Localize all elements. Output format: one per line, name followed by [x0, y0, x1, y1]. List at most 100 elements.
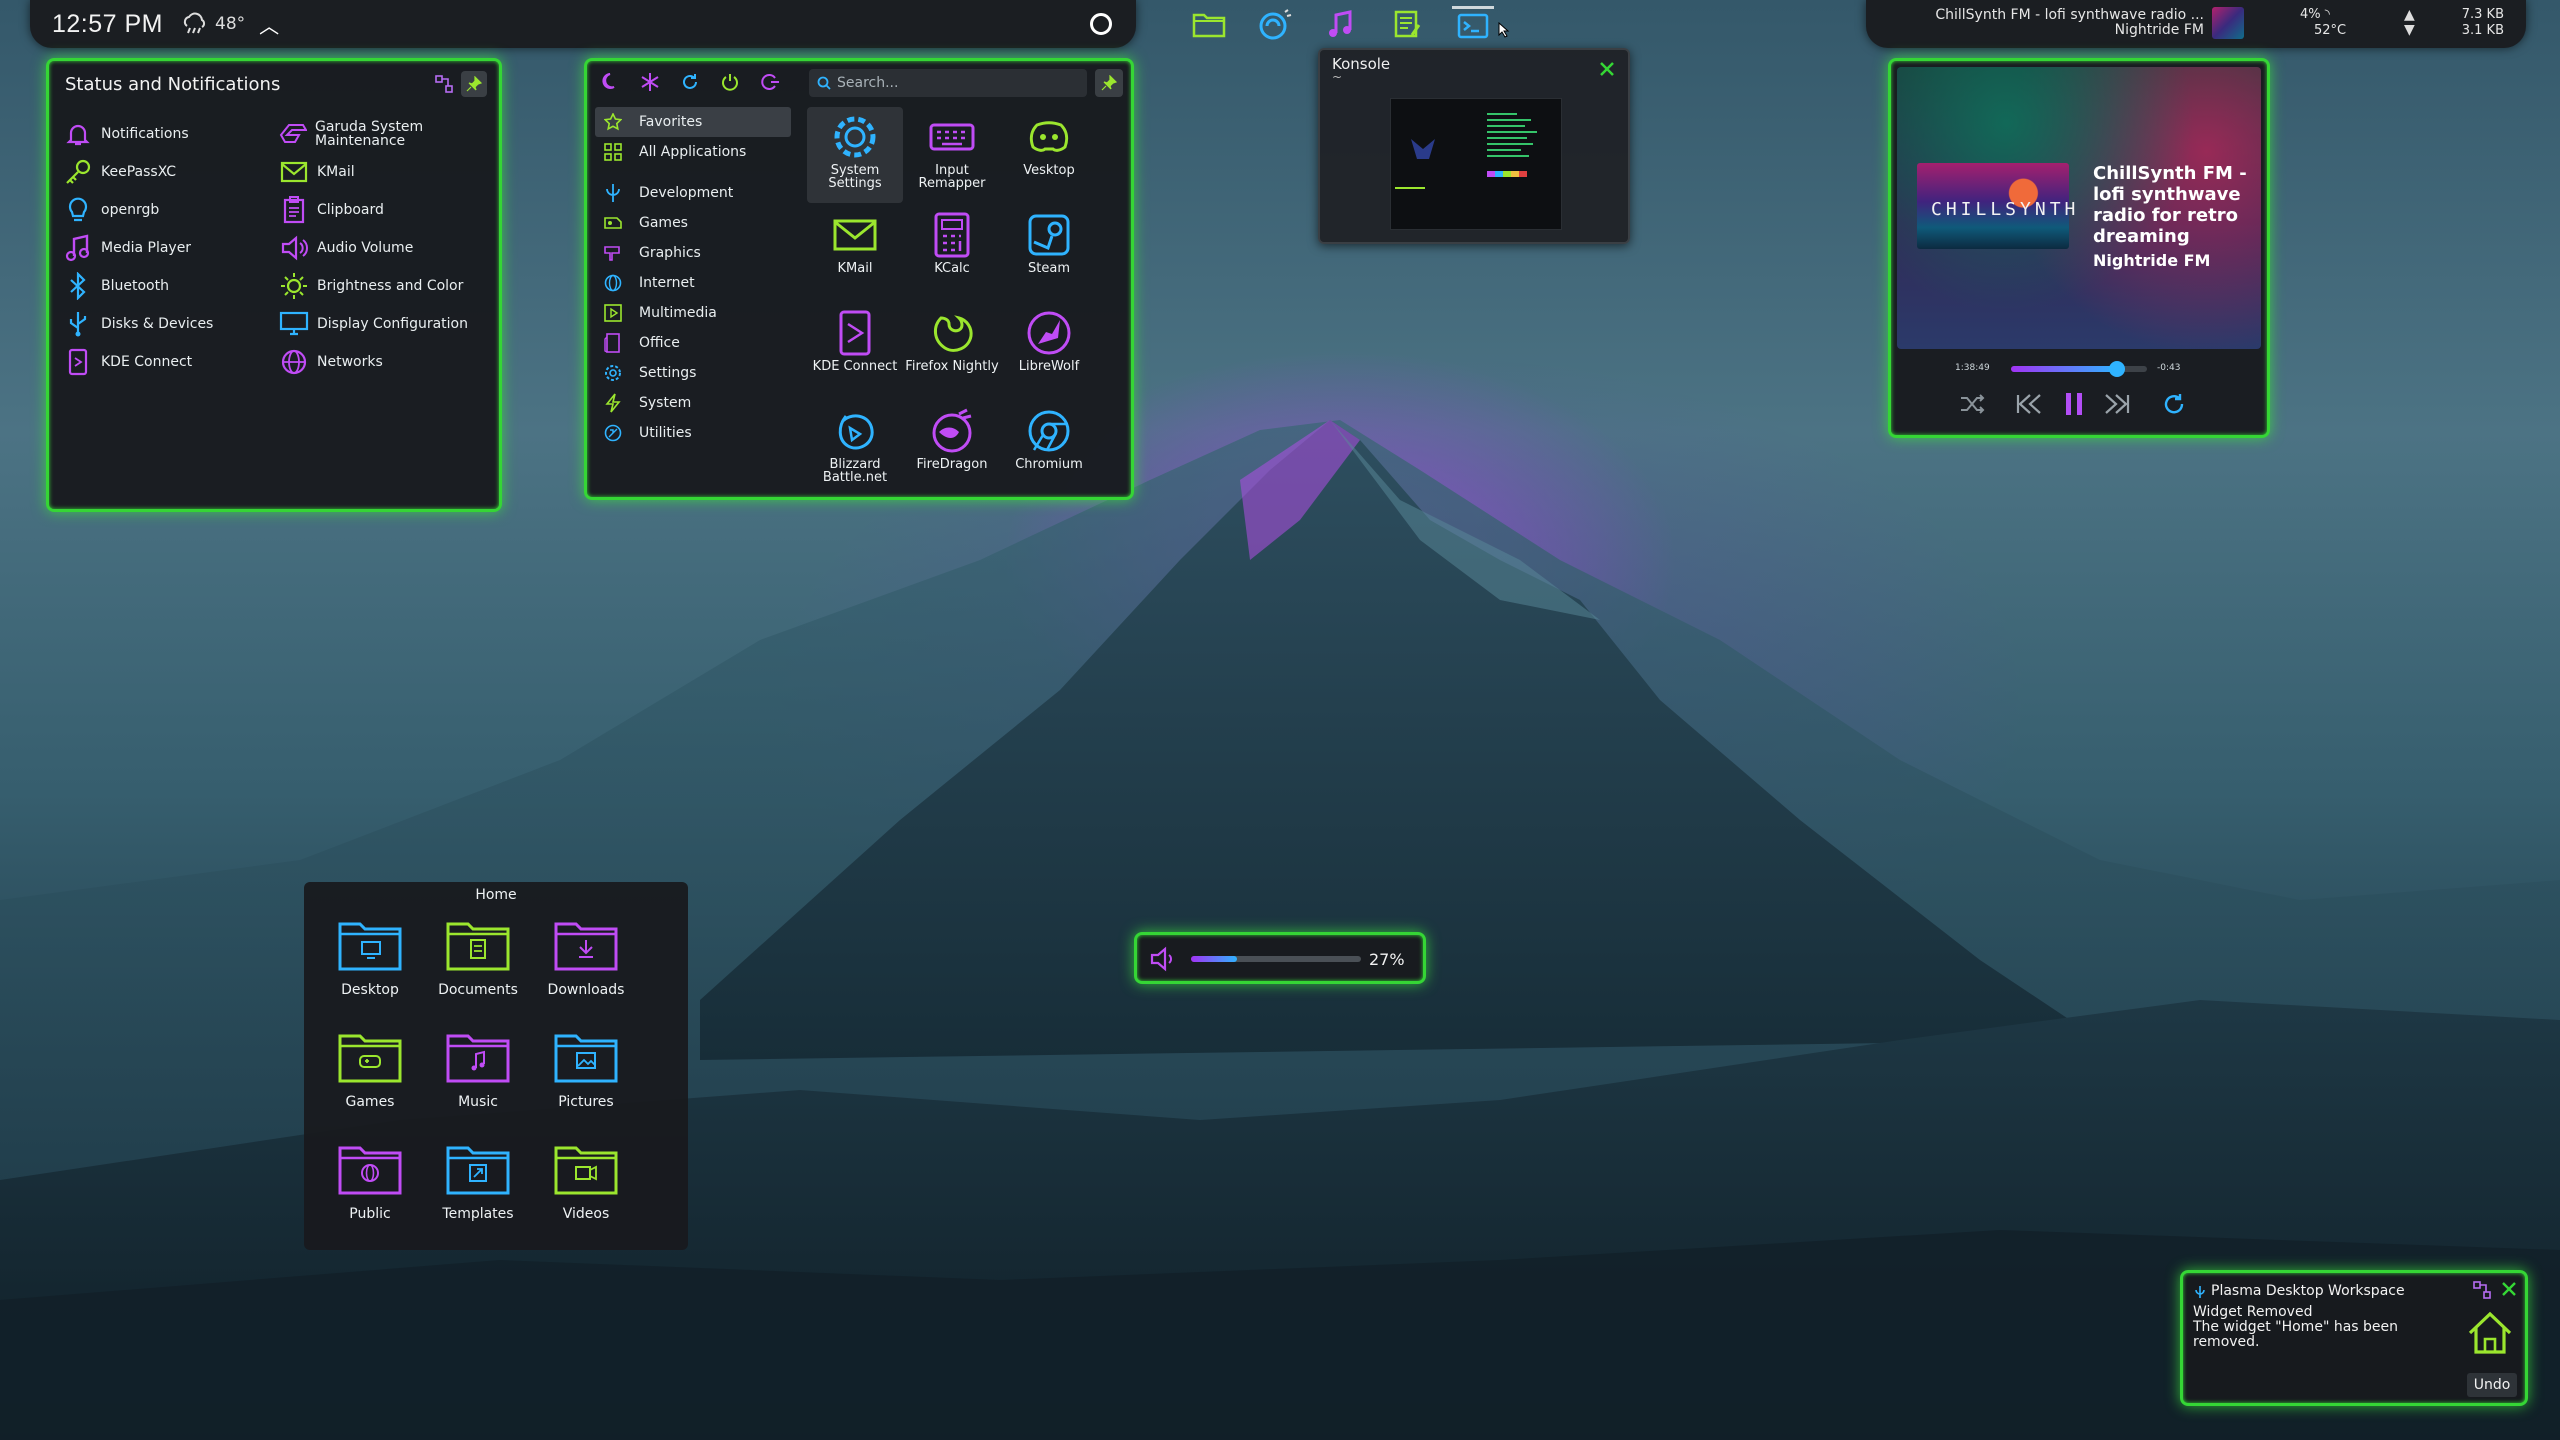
volume-osd: 27% — [1134, 932, 1426, 984]
status-item-display-config[interactable]: Display Configuration — [279, 307, 495, 341]
folder-music[interactable]: Music — [424, 1022, 532, 1126]
category-graphics[interactable]: Graphics — [595, 238, 791, 268]
status-item-media-player[interactable]: Media Player — [63, 231, 279, 265]
shuffle-button[interactable] — [1955, 387, 1989, 421]
konsole-subtitle: ~ — [1332, 70, 1343, 84]
weather-widget[interactable]: 48° — [181, 12, 245, 36]
bell-icon — [63, 119, 93, 149]
konsole-window-preview[interactable]: Konsole ~ — [1318, 48, 1630, 244]
app-firedragon[interactable]: FireDragon — [904, 401, 1000, 497]
folder-templates[interactable]: Templates — [424, 1134, 532, 1238]
mail-icon — [829, 211, 881, 259]
status-item-garuda[interactable]: Garuda System Maintenance — [279, 117, 495, 151]
next-button[interactable] — [2101, 387, 2135, 421]
moon-icon — [602, 73, 615, 89]
category-development[interactable]: Development — [595, 178, 791, 208]
shutdown-button[interactable] — [717, 69, 743, 95]
task-notes[interactable] — [1386, 6, 1428, 42]
app-battlenet[interactable]: Blizzard Battle.net — [807, 401, 903, 497]
category-office[interactable]: Office — [595, 328, 791, 358]
pause-button[interactable] — [2057, 387, 2091, 421]
folder-videos[interactable]: Videos — [532, 1134, 640, 1238]
network-monitor[interactable]: 7.3 KB 3.1 KB — [2430, 7, 2504, 39]
folder-documents[interactable]: Documents — [424, 910, 532, 1014]
status-item-kde-connect[interactable]: KDE Connect — [63, 345, 279, 379]
chevron-up-icon[interactable]: ︿ — [259, 10, 279, 39]
mouse-cursor-icon — [1498, 22, 1510, 38]
hibernate-button[interactable] — [637, 69, 663, 95]
restart-button[interactable] — [677, 69, 703, 95]
status-item-disks-devices[interactable]: Disks & Devices — [63, 307, 279, 341]
system-monitor[interactable]: 4% ◝ 52°C — [2300, 7, 2346, 39]
app-kde-connect[interactable]: KDE Connect — [807, 303, 903, 399]
previous-icon — [2016, 394, 2041, 414]
category-favorites[interactable]: Favorites — [595, 107, 791, 137]
category-system[interactable]: System — [595, 388, 791, 418]
category-multimedia[interactable]: Multimedia — [595, 298, 791, 328]
folder-public[interactable]: Public — [316, 1134, 424, 1238]
repeat-button[interactable] — [2157, 387, 2191, 421]
configure-button[interactable] — [431, 71, 457, 97]
logout-button[interactable] — [757, 69, 783, 95]
sleep-button[interactable] — [597, 69, 623, 95]
media-seek-handle[interactable] — [2109, 361, 2126, 377]
status-item-networks[interactable]: Networks — [279, 345, 495, 379]
music-note-icon — [1329, 10, 1352, 37]
status-item-openrgb[interactable]: openrgb — [63, 193, 279, 227]
close-icon[interactable] — [1596, 58, 1618, 80]
task-konsole[interactable] — [1452, 6, 1494, 42]
pin-button[interactable] — [461, 71, 487, 97]
net-arrows-icon: ▲ ▼ — [2404, 7, 2415, 38]
app-kcalc[interactable]: KCalc — [904, 205, 1000, 301]
status-item-notifications[interactable]: Notifications — [63, 117, 279, 151]
app-system-settings[interactable]: System Settings — [807, 107, 903, 203]
folder-pictures[interactable]: Pictures — [532, 1022, 640, 1126]
clock[interactable]: 12:57 PM — [52, 10, 163, 39]
category-utilities[interactable]: Utilities — [595, 418, 791, 448]
now-playing-widget[interactable]: ChillSynth FM - lofi synthwave radio ...… — [1912, 8, 2204, 38]
cpu-usage: 4% — [2300, 7, 2321, 22]
app-kmail[interactable]: KMail — [807, 205, 903, 301]
task-firedragon[interactable] — [1254, 6, 1296, 42]
launcher-search-input[interactable]: Search... — [809, 69, 1087, 97]
category-internet[interactable]: Internet — [595, 268, 791, 298]
notification-source: Plasma Desktop Workspace — [2211, 1283, 2405, 1299]
app-firefox-nightly[interactable]: Firefox Nightly — [904, 303, 1000, 399]
configure-icon[interactable] — [2473, 1281, 2491, 1299]
app-steam[interactable]: Steam — [1001, 205, 1097, 301]
task-media[interactable] — [1320, 6, 1362, 42]
task-dolphin[interactable] — [1188, 6, 1230, 42]
play-icon — [601, 302, 625, 324]
category-all-applications[interactable]: All Applications — [595, 137, 791, 167]
launcher-pin-button[interactable] — [1095, 69, 1123, 97]
videos-folder-icon — [554, 1146, 618, 1195]
now-playing-thumbnail[interactable] — [2212, 7, 2244, 39]
folder-games[interactable]: Games — [316, 1022, 424, 1126]
key-icon — [63, 157, 93, 187]
steam-icon — [1023, 211, 1075, 259]
dev-icon — [601, 182, 625, 204]
undo-button[interactable]: Undo — [2467, 1373, 2517, 1397]
tools-icon — [601, 422, 625, 444]
cpu-temp: 52°C — [2314, 23, 2347, 38]
previous-button[interactable] — [2011, 387, 2045, 421]
folder-downloads[interactable]: Downloads — [532, 910, 640, 1014]
close-icon[interactable] — [2499, 1279, 2519, 1299]
app-vesktop[interactable]: Vesktop — [1001, 107, 1097, 203]
status-item-audio-volume[interactable]: Audio Volume — [279, 231, 495, 265]
category-settings[interactable]: Settings — [595, 358, 791, 388]
overview-button[interactable] — [1090, 13, 1112, 35]
status-item-kmail[interactable]: KMail — [279, 155, 495, 189]
status-item-clipboard[interactable]: Clipboard — [279, 193, 495, 227]
folder-desktop[interactable]: Desktop — [316, 910, 424, 1014]
weather-rain-icon — [183, 12, 206, 34]
category-games[interactable]: Games — [595, 208, 791, 238]
app-librewolf[interactable]: LibreWolf — [1001, 303, 1097, 399]
media-seek-slider[interactable] — [2011, 361, 2147, 377]
app-chromium[interactable]: Chromium — [1001, 401, 1097, 497]
downloads-folder-icon — [554, 922, 618, 971]
status-item-bluetooth[interactable]: Bluetooth — [63, 269, 279, 303]
status-item-keepassxc[interactable]: KeePassXC — [63, 155, 279, 189]
status-item-brightness[interactable]: Brightness and Color — [279, 269, 495, 303]
app-input-remapper[interactable]: Input Remapper — [904, 107, 1000, 203]
